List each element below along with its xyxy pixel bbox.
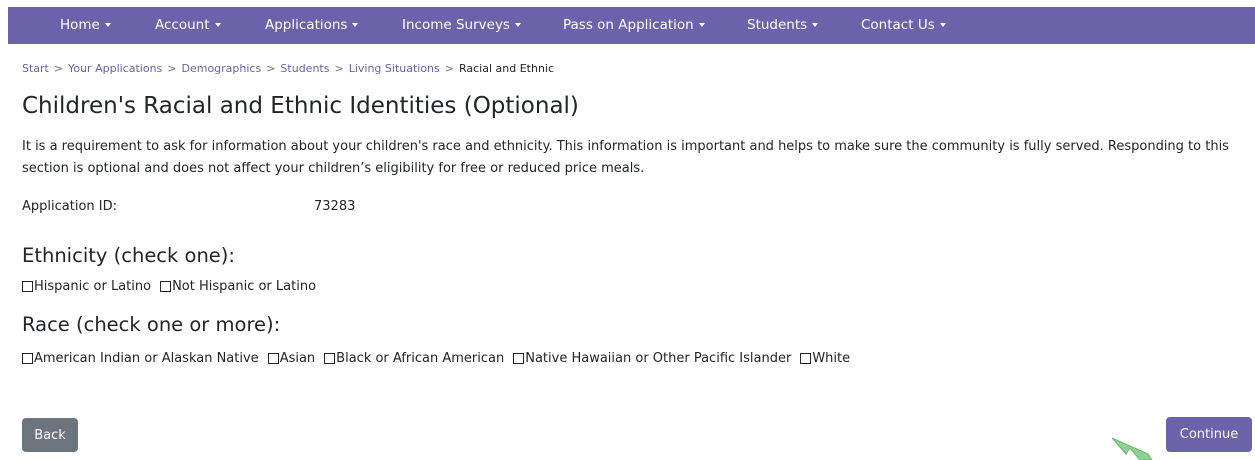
race-option-white[interactable]: White (800, 351, 850, 366)
intro-text: It is a requirement to ask for informati… (22, 139, 1229, 176)
nav-students[interactable]: Students (747, 17, 819, 33)
checkbox[interactable] (22, 353, 33, 364)
nav-account-label: Account (155, 17, 210, 33)
breadcrumb: Start > Your Applications > Demographics > Stu… (22, 62, 554, 75)
ethnicity-heading: Ethnicity (check one): (22, 244, 235, 267)
race-option-label: Asian (279, 351, 316, 366)
race-option-american-indian[interactable]: American Indian or Alaskan Native (22, 351, 259, 366)
nav-account[interactable]: Account (155, 17, 221, 33)
application-id-label: Application ID: (22, 199, 117, 214)
breadcrumb-demographics[interactable]: Demographics (181, 62, 261, 75)
checkbox[interactable] (324, 353, 336, 364)
breadcrumb-separator: > (334, 62, 344, 75)
caret-down-icon (514, 23, 521, 27)
nav-contact-us-label: Contact Us (861, 17, 935, 33)
breadcrumb-current: Racial and Ethnic (458, 62, 555, 75)
breadcrumb-students[interactable]: Students (280, 62, 329, 75)
race-option-label: White (812, 351, 851, 366)
top-navbar: Home Account Applications Income Surveys… (8, 7, 1255, 44)
checkbox[interactable] (800, 353, 812, 364)
race-option-label: American Indian or Alaskan Native (34, 351, 259, 366)
checkbox[interactable] (160, 281, 172, 292)
ethnicity-option-label: Not Hispanic or Latino (172, 279, 317, 294)
ethnicity-option-label: Hispanic or Latino (34, 279, 152, 294)
race-heading: Race (check one or more): (22, 313, 281, 336)
nav-applications-label: Applications (265, 17, 348, 33)
race-options: American Indian or Alaskan Native Asian … (22, 351, 859, 366)
checkbox[interactable] (513, 353, 525, 364)
back-button[interactable]: Back (22, 418, 78, 452)
nav-income-surveys-label: Income Surveys (402, 17, 510, 33)
breadcrumb-start[interactable]: Start (22, 62, 49, 75)
ethnicity-option-hispanic[interactable]: Hispanic or Latino (22, 279, 151, 294)
nav-contact-us[interactable]: Contact Us (861, 17, 946, 33)
breadcrumb-separator: > (444, 62, 454, 75)
checkbox[interactable] (267, 353, 279, 364)
race-option-black[interactable]: Black or African American (324, 351, 504, 366)
race-option-label: Native Hawaiian or Other Pacific Islande… (525, 351, 792, 366)
pointer-arrow-icon (1112, 438, 1153, 460)
caret-down-icon (698, 23, 705, 27)
breadcrumb-separator: > (266, 62, 276, 75)
caret-down-icon (352, 23, 359, 27)
caret-down-icon (812, 23, 819, 27)
race-option-asian[interactable]: Asian (267, 351, 316, 366)
caret-down-icon (104, 23, 111, 27)
nav-home[interactable]: Home (60, 17, 111, 33)
checkbox[interactable] (22, 281, 33, 292)
ethnicity-options: Hispanic or Latino Not Hispanic or Latin… (22, 279, 325, 294)
breadcrumb-separator: > (53, 62, 64, 75)
caret-down-icon (214, 23, 221, 27)
continue-button[interactable]: Continue (1166, 417, 1252, 452)
application-id-value: 73283 (314, 199, 356, 214)
nav-income-surveys[interactable]: Income Surveys (402, 17, 521, 33)
nav-applications[interactable]: Applications (265, 17, 359, 33)
ethnicity-option-not-hispanic[interactable]: Not Hispanic or Latino (160, 279, 316, 294)
breadcrumb-your-applications[interactable]: Your Applications (68, 62, 162, 75)
race-option-native-hawaiian[interactable]: Native Hawaiian or Other Pacific Islande… (513, 351, 791, 366)
race-option-label: Black or African American (336, 351, 505, 366)
caret-down-icon (939, 23, 946, 27)
breadcrumb-separator: > (167, 62, 177, 75)
nav-students-label: Students (747, 17, 808, 33)
breadcrumb-living-situations[interactable]: Living Situations (349, 62, 440, 75)
nav-pass-on-application[interactable]: Pass on Application (563, 17, 705, 33)
nav-home-label: Home (60, 17, 100, 33)
page-title: Children's Racial and Ethnic Identities … (22, 93, 579, 119)
nav-pass-on-application-label: Pass on Application (563, 17, 694, 33)
